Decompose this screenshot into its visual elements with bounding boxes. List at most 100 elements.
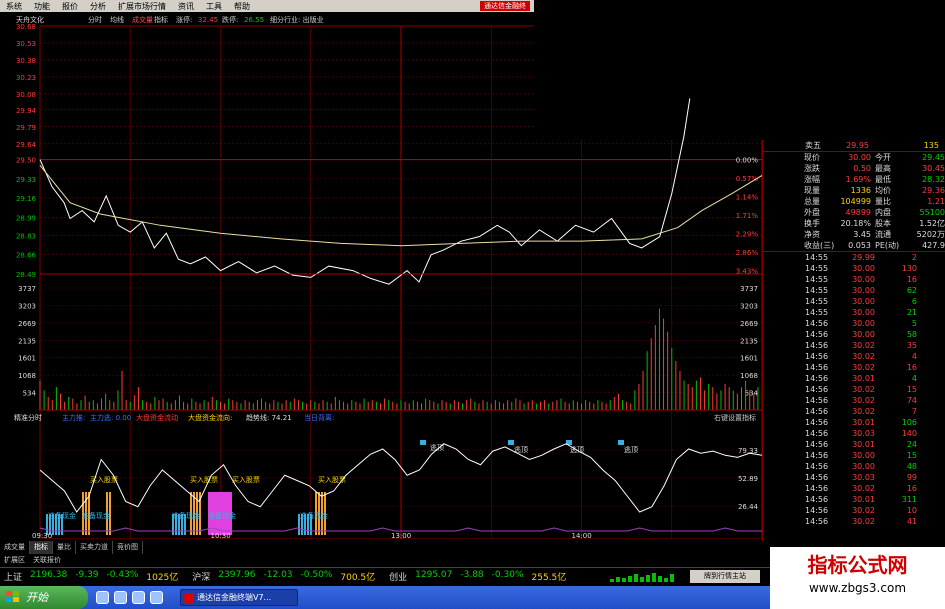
bottom-tab[interactable]: 量比 [53, 541, 76, 554]
index-change: -9.39 [75, 570, 99, 580]
chart-tab: 成交量 [132, 15, 153, 24]
index-quote[interactable]: 沪深 2397.96 -12.03 -0.50% 700.5亿 [188, 570, 375, 583]
tick-time: 14:56 [805, 473, 829, 482]
tick-time: 14:56 [805, 330, 829, 339]
volume-axis-label-right: 2135 [740, 337, 758, 345]
intraday-chart[interactable]: 天舟文化 分时 均线 成交量 指标 涨停: 32.45 跌停: 26.55 细分行业: 出版业30… [0, 12, 762, 539]
tick-row: 14:56 30.00 15 [763, 450, 945, 461]
tick-row: 14:56 30.02 16 [763, 362, 945, 373]
tick-row: 14:56 30.00 58 [763, 329, 945, 340]
bottom-tab[interactable]: 竞价图 [113, 541, 143, 554]
chart-tab: 指标 [154, 15, 168, 24]
watermark-url: www.zbgs3.com [808, 581, 907, 595]
tick-row: 14:55 30.00 130 [763, 263, 945, 274]
menu-item[interactable]: 帮助 [228, 1, 256, 12]
quick-launch [96, 591, 163, 604]
taskbar-item-tdx[interactable]: 通达信金融终端V7... [180, 589, 298, 606]
tick-row: 14:56 30.01 106 [763, 417, 945, 428]
start-button[interactable]: 开始 [0, 586, 88, 609]
price-axis-label: 29.16 [16, 195, 37, 203]
sub-tab[interactable]: 关联报价 [29, 554, 65, 566]
sell5-vol: 135 [923, 141, 939, 150]
main-station-button[interactable]: 牌到行情主站 [690, 570, 760, 583]
sell-signal-label: 逃顶 [624, 445, 638, 454]
bottom-tab[interactable]: 成交量 [0, 541, 30, 554]
tick-volume: 10 [906, 506, 917, 515]
menu-item[interactable]: 分析 [84, 1, 112, 12]
index-pct: -0.43% [106, 570, 139, 580]
tick-price: 30.02 [852, 484, 875, 493]
tick-row: 14:56 30.02 15 [763, 384, 945, 395]
tick-time: 14:56 [805, 385, 829, 394]
tick-time: 14:56 [805, 517, 829, 526]
tick-row: 14:56 30.02 35 [763, 340, 945, 351]
mini-bar [622, 578, 626, 582]
pct-axis-label: 1.71% [736, 212, 759, 220]
reduce-signal-label: 准备现金 [48, 511, 76, 520]
sub-tab[interactable]: 扩展区 [0, 554, 29, 566]
media-icon[interactable] [132, 591, 145, 604]
tick-price: 30.02 [852, 396, 875, 405]
indicator-name: 精准分时 [14, 413, 42, 422]
indicator-item: 当日背离: [304, 413, 334, 422]
chart-area[interactable]: 天舟文化 分时 均线 成交量 指标 涨停: 32.45 跌停: 26.55 细分行业: 出版业 30… [0, 12, 762, 539]
app-title-badge: 通达信金融终 [480, 1, 530, 11]
volume-axis-label: 2669 [18, 320, 36, 328]
volume-axis-label: 3203 [18, 302, 36, 310]
tick-volume: 2 [911, 253, 917, 262]
tick-time: 14:56 [805, 341, 829, 350]
stat-value: 55100 [919, 208, 945, 217]
tick-volume: 48 [906, 462, 917, 471]
tick-time: 14:56 [805, 429, 829, 438]
tick-time: 14:55 [805, 297, 829, 306]
menu-item[interactable]: 报价 [56, 1, 84, 12]
volume-axis-label-right: 1068 [740, 372, 758, 380]
tick-volume: 74 [906, 396, 917, 405]
volume-axis-label: 3737 [18, 285, 36, 293]
index-change: -12.03 [263, 570, 293, 580]
quote-stat-row: 外盘 49899 内盘 55100 [763, 207, 945, 218]
time-axis-label: 09:30 [32, 532, 52, 539]
tick-volume: 15 [906, 385, 917, 394]
tick-time: 14:56 [805, 319, 829, 328]
tick-row: 14:56 30.02 74 [763, 395, 945, 406]
reduce-signal-label: 准备现金 [172, 511, 200, 520]
tick-price: 30.00 [852, 330, 875, 339]
tick-time: 14:55 [805, 275, 829, 284]
menu-item[interactable]: 系统 [0, 1, 28, 12]
tick-list[interactable]: 14:55 29.99 2 14:55 30.00 130 14:55 30.00 16 14:5… [763, 251, 945, 527]
tick-volume: 21 [906, 308, 917, 317]
index-value: 1295.07 [415, 570, 453, 580]
tick-price: 30.00 [852, 462, 875, 471]
bottom-tab[interactable]: 指标 [30, 541, 53, 554]
tick-volume: 140 [901, 429, 917, 438]
tick-time: 14:56 [805, 484, 829, 493]
stat-label: 今开 [875, 153, 891, 162]
index-quote[interactable]: 上证 2196.38 -9.39 -0.43% 1025亿 [0, 570, 178, 583]
menu-item[interactable]: 资讯 [172, 1, 200, 12]
quote-stat-row: 现量 1336 均价 29.36 [763, 185, 945, 196]
menu-item[interactable]: 工具 [200, 1, 228, 12]
menu-item[interactable]: 功能 [28, 1, 56, 12]
folder-icon[interactable] [150, 591, 163, 604]
indicator-item: 大盘资金流向: [188, 413, 232, 422]
volume-axis-label: 1601 [18, 355, 36, 363]
desktop-icon[interactable] [96, 591, 109, 604]
browser-icon[interactable] [114, 591, 127, 604]
tick-price: 30.00 [852, 319, 875, 328]
stat-label: 净资 [804, 230, 820, 239]
quote-stat-row: 现价 30.00 今开 29.45 [763, 152, 945, 163]
tick-price: 30.02 [852, 407, 875, 416]
menu-item[interactable]: 扩展市场行情 [112, 1, 172, 12]
reduce-signal-label: 准备现金 [208, 511, 236, 520]
stat-label: 收益(三) [804, 241, 835, 250]
index-amount: 1025亿 [146, 573, 179, 583]
index-value: 2196.38 [30, 570, 68, 580]
bottom-tab[interactable]: 买卖力道 [76, 541, 113, 554]
stat-value: 427.9 [922, 241, 945, 250]
tick-volume: 16 [906, 275, 917, 284]
tick-price: 30.01 [852, 374, 875, 383]
tick-time: 14:56 [805, 363, 829, 372]
time-axis-label: 13:00 [391, 532, 411, 539]
index-quote[interactable]: 创业 1295.07 -3.88 -0.30% 255.5亿 [385, 570, 566, 583]
